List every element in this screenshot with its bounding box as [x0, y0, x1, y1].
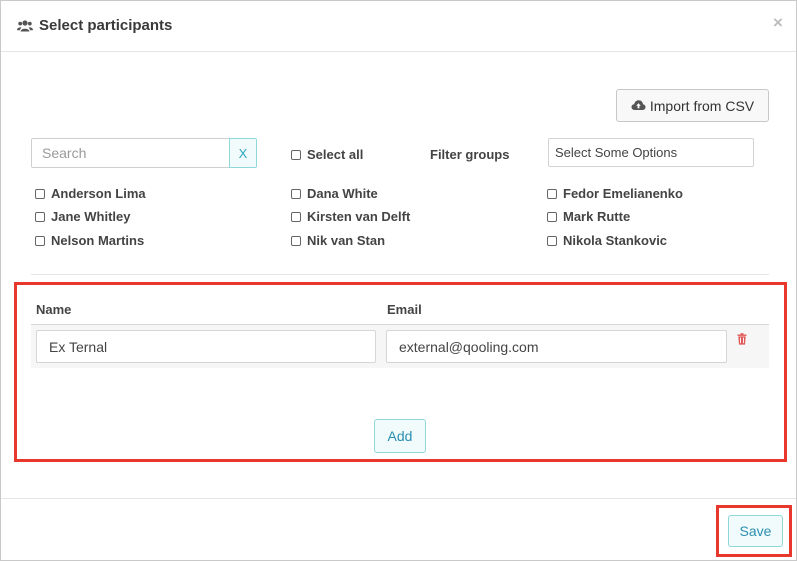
modal-header: Select participants ×	[1, 1, 796, 52]
import-csv-button[interactable]: Import from CSV	[616, 89, 769, 122]
checkbox[interactable]	[547, 235, 557, 246]
checkbox[interactable]	[547, 188, 557, 199]
participant-name: Anderson Lima	[51, 186, 146, 201]
section-divider	[31, 274, 769, 275]
save-button[interactable]: Save	[728, 515, 783, 547]
participant-name: Mark Rutte	[563, 209, 631, 224]
checkbox[interactable]	[291, 211, 301, 222]
participant-checkbox-jane-whitley[interactable]: Jane Whitley	[35, 209, 130, 224]
select-all-checkbox[interactable]: Select all	[291, 147, 363, 162]
checkbox[interactable]	[35, 211, 45, 222]
external-email-input[interactable]	[386, 330, 727, 363]
filter-groups-label: Filter groups	[430, 147, 510, 162]
participant-name: Fedor Emelianenko	[563, 186, 683, 201]
add-external-button[interactable]: Add	[374, 419, 426, 453]
checkbox[interactable]	[291, 235, 301, 246]
close-icon[interactable]: ×	[771, 14, 785, 32]
participant-checkbox-dana-white[interactable]: Dana White	[291, 186, 378, 201]
participant-name: Nikola Stankovic	[563, 233, 668, 248]
participant-checkbox-anderson-lima[interactable]: Anderson Lima	[35, 186, 146, 201]
checkbox[interactable]	[291, 149, 301, 160]
participant-checkbox-mark-rutte[interactable]: Mark Rutte	[547, 209, 630, 224]
participant-name: Dana White	[307, 186, 378, 201]
clear-search-button[interactable]: X	[229, 138, 257, 168]
footer-divider	[1, 498, 796, 499]
participant-checkbox-nikola-stankovic[interactable]: Nikola Stankovic	[547, 233, 667, 248]
select-participants-modal: Select participants × Import from CSV X …	[0, 0, 797, 561]
participant-checkbox-kirsten-van-delft[interactable]: Kirsten van Delft	[291, 209, 410, 224]
filter-groups-select[interactable]: Select Some Options	[548, 138, 754, 167]
column-header-email: Email	[387, 302, 422, 317]
select-all-label: Select all	[307, 147, 364, 162]
participant-checkbox-nelson-martins[interactable]: Nelson Martins	[35, 233, 144, 248]
import-csv-label: Import from CSV	[649, 97, 755, 114]
external-name-input[interactable]	[36, 330, 376, 363]
checkbox[interactable]	[547, 211, 557, 222]
search-input[interactable]	[31, 138, 229, 168]
trash-icon[interactable]	[737, 333, 747, 345]
participant-name: Jane Whitley	[51, 209, 131, 224]
participant-name: Nik van Stan	[307, 233, 386, 248]
checkbox[interactable]	[35, 235, 45, 246]
participant-checkbox-fedor-emelianenko[interactable]: Fedor Emelianenko	[547, 186, 683, 201]
column-header-name: Name	[36, 302, 72, 317]
participant-checkbox-nik-van-stan[interactable]: Nik van Stan	[291, 233, 385, 248]
modal-title: Select participants	[39, 17, 173, 34]
cloud-upload-icon	[631, 100, 646, 110]
participant-name: Kirsten van Delft	[307, 209, 411, 224]
checkbox[interactable]	[291, 188, 301, 199]
users-icon	[17, 20, 33, 32]
participant-name: Nelson Martins	[51, 233, 145, 248]
checkbox[interactable]	[35, 188, 45, 199]
